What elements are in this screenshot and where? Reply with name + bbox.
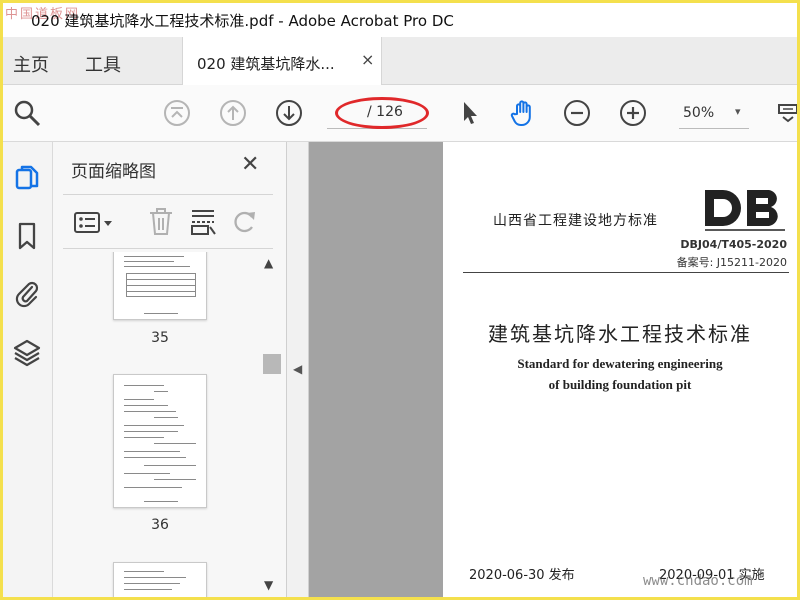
main-toolbar: / 126 50% ▾ — [3, 85, 797, 142]
thumbnail-page-number: 36 — [151, 517, 169, 533]
thumbnail-page[interactable] — [113, 562, 207, 597]
english-title-line1: Standard for dewatering engineering — [517, 356, 723, 371]
highlight-annotation-ellipse — [335, 97, 429, 129]
scroll-up-icon[interactable]: ▲ — [264, 256, 273, 270]
document-title: 建筑基坑降水工程技术标准 — [488, 322, 752, 346]
zoom-value: 50% — [683, 105, 715, 121]
select-cursor-icon[interactable] — [453, 97, 485, 129]
page-layout-icon[interactable] — [189, 207, 217, 237]
standard-category: 山西省工程建设地方标准 — [493, 213, 658, 229]
title-bar: 中国道板网 020 建筑基坑降水工程技术标准.pdf - Adobe Acrob… — [3, 3, 797, 37]
tab-close-icon[interactable]: × — [361, 50, 374, 69]
divider — [463, 272, 789, 273]
thumbnail-page[interactable] — [113, 252, 207, 320]
bookmark-icon[interactable] — [11, 220, 43, 252]
rotate-icon[interactable] — [231, 207, 259, 237]
tab-bar: 主页 工具 020 建筑基坑降水... × — [3, 37, 797, 85]
chevron-down-icon: ▾ — [735, 105, 741, 118]
page-thumbnails-icon[interactable] — [11, 162, 43, 194]
zoom-select[interactable]: 50% ▾ — [679, 99, 749, 129]
delete-icon[interactable] — [147, 207, 175, 237]
thumbnail-scrollbar[interactable]: ▲ ▼ — [261, 252, 281, 597]
standard-code: DBJ04/T405-2020 — [680, 238, 787, 251]
record-number: 备案号: J15211-2020 — [676, 256, 787, 269]
acrobat-window: 中国道板网 020 建筑基坑降水工程技术标准.pdf - Adobe Acrob… — [3, 3, 797, 597]
issue-date: 2020-06-30 发布 — [469, 568, 575, 583]
thumbnail-list: 35 36 — [53, 252, 263, 597]
next-page-icon[interactable] — [273, 97, 305, 129]
zoom-in-icon[interactable] — [617, 97, 649, 129]
window-title: 020 建筑基坑降水工程技术标准.pdf - Adobe Acrobat Pro… — [31, 12, 454, 30]
left-navigation-rail — [3, 142, 53, 597]
attachment-icon[interactable] — [11, 278, 43, 310]
thumbnail-page-number: 35 — [151, 330, 169, 346]
tab-tools[interactable]: 工具 — [85, 51, 121, 77]
pdf-page: 山西省工程建设地方标准 DBJ04/T405-2020 备案号: J15211-… — [443, 142, 797, 597]
panel-splitter[interactable]: ◀ — [287, 142, 309, 597]
collapse-arrow-icon[interactable]: ◀ — [293, 362, 302, 376]
more-tools-icon[interactable] — [773, 97, 797, 129]
tab-home[interactable]: 主页 — [13, 51, 49, 77]
site-watermark: www.cndao.com — [643, 573, 753, 589]
hand-tool-icon[interactable] — [507, 97, 539, 129]
panel-title: 页面缩略图 — [71, 162, 156, 182]
db-logo — [705, 190, 785, 231]
prev-page-icon[interactable] — [217, 97, 249, 129]
thumbnails-panel: 页面缩略图 ✕ 35 36 ▲ ▼ — [53, 142, 287, 597]
scroll-down-icon[interactable]: ▼ — [264, 578, 273, 592]
english-title-line2: of building foundation pit — [548, 377, 692, 392]
tab-document[interactable]: 020 建筑基坑降水... × — [182, 37, 382, 85]
divider — [63, 194, 273, 195]
zoom-out-icon[interactable] — [561, 97, 593, 129]
close-icon[interactable]: ✕ — [241, 152, 259, 177]
divider — [63, 248, 273, 249]
document-view[interactable]: 山西省工程建设地方标准 DBJ04/T405-2020 备案号: J15211-… — [309, 142, 797, 597]
thumbnail-page[interactable] — [113, 374, 207, 508]
scrollbar-thumb[interactable] — [263, 354, 281, 374]
layers-icon[interactable] — [11, 336, 43, 368]
zoom-search-icon[interactable] — [11, 97, 43, 129]
first-page-icon[interactable] — [161, 97, 193, 129]
options-menu-icon[interactable] — [73, 209, 117, 237]
tab-document-label: 020 建筑基坑降水... — [197, 55, 335, 73]
panel-toolbar — [53, 199, 287, 247]
